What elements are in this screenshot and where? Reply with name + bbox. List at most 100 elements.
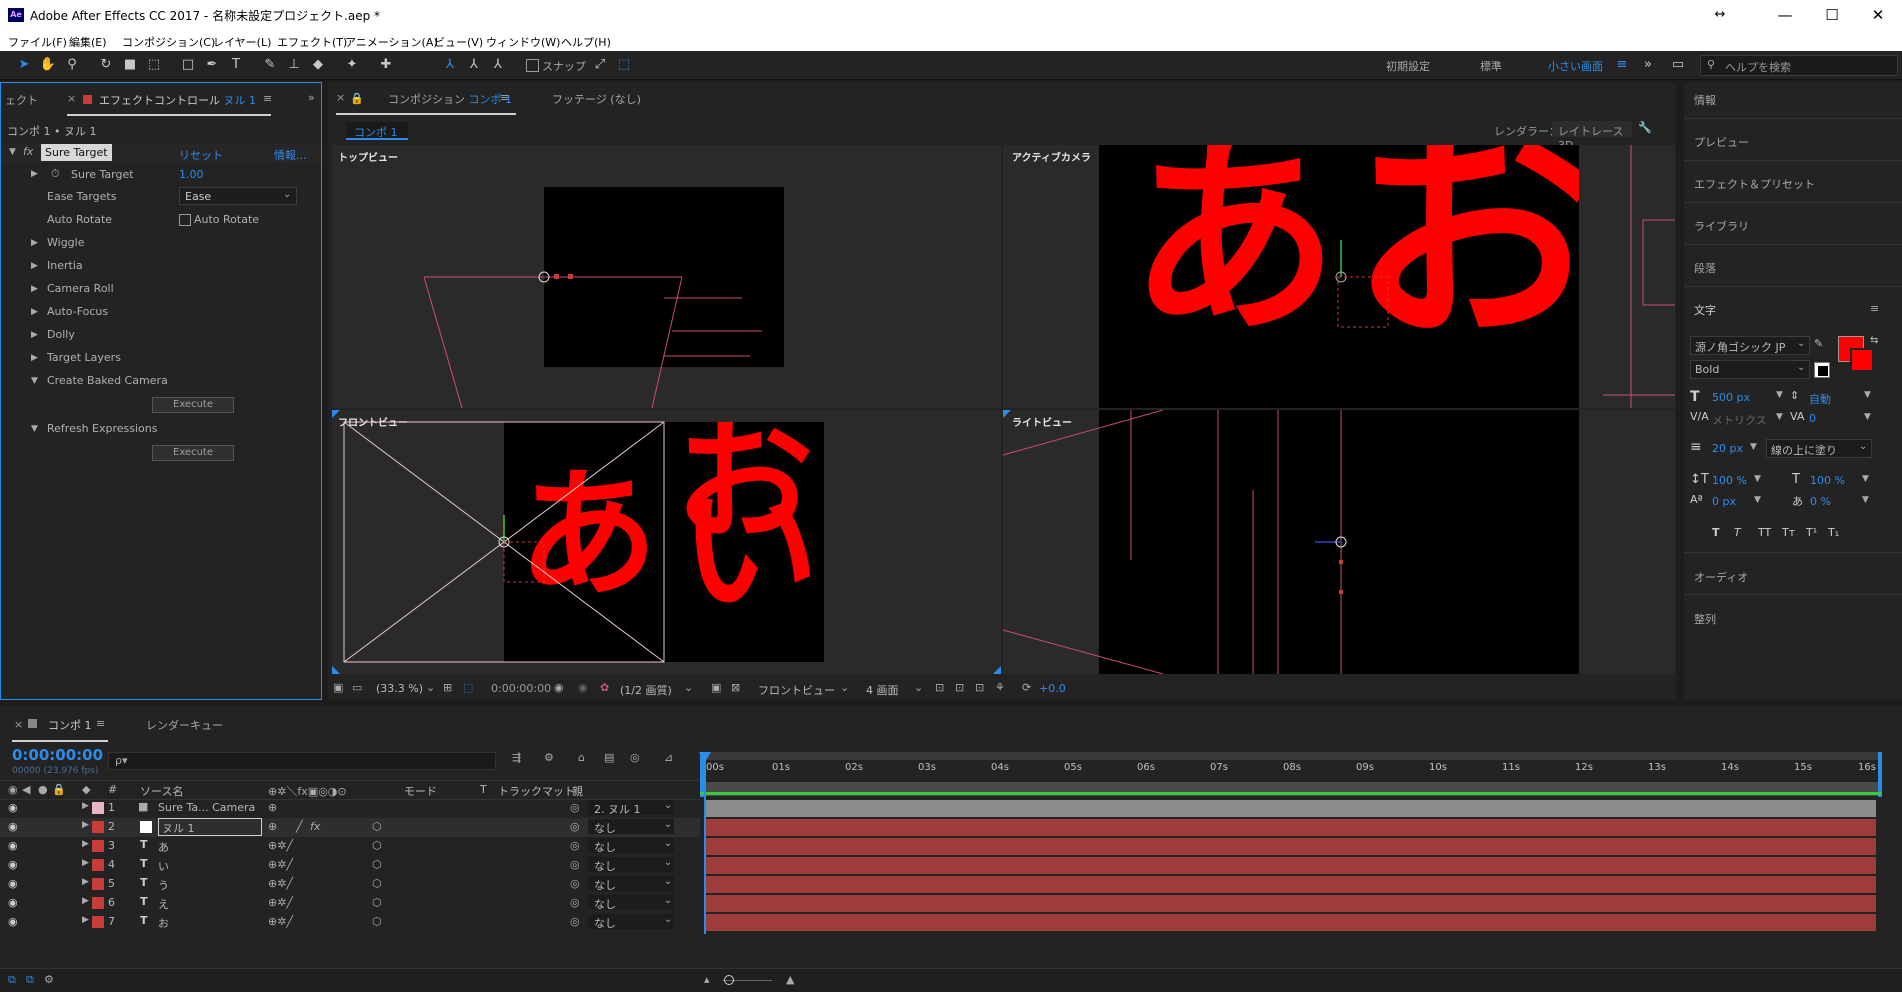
viewport-right[interactable]: ライトビュー [1003,410,1675,674]
mask-visibility-icon[interactable]: ⬚ [463,681,473,694]
brush-tool-icon[interactable]: ✎ [260,56,280,74]
menu-animation[interactable]: アニメーション(A) [345,34,438,50]
expand-icon[interactable]: ▶ [82,820,89,830]
layer-bar[interactable] [706,895,1876,912]
collapse-icon[interactable]: ▼ [31,424,38,434]
shy-switch-icon[interactable]: ⊕✲╱ [268,896,293,909]
reset-exposure-icon[interactable]: ⟳ [1022,681,1031,694]
black-swatch[interactable] [1818,366,1828,376]
execute-button[interactable]: Execute [152,397,234,413]
panel-menu-icon[interactable]: ≡ [96,717,105,730]
tracking-value[interactable]: 0 [1809,412,1816,425]
stroke-mode-dropdown[interactable]: 線の上に塗り ⌄ [1766,439,1872,458]
effect-expand-icon[interactable]: ▼ [9,147,16,157]
panel-preview[interactable]: プレビュー [1694,134,1749,150]
all-caps-button[interactable]: TT [1758,526,1771,539]
resize-icon[interactable]: ↔ [1700,4,1740,26]
solo-icon[interactable]: ● [38,783,48,796]
panel-paragraph[interactable]: 段落 [1694,260,1716,276]
menu-edit[interactable]: 編集(E) [69,34,107,50]
pan-behind-tool-icon[interactable]: ⬚ [144,56,164,74]
layer-name[interactable]: い [158,858,169,874]
eraser-tool-icon[interactable]: ◆ [308,56,328,74]
panel-effects-presets[interactable]: エフェクト＆プリセット [1694,176,1815,192]
hand-tool-icon[interactable]: ✋ [38,56,58,74]
wrench-icon[interactable]: 🔧 [1638,121,1652,134]
pickwhip-icon[interactable]: ◎ [570,820,580,833]
panel-expand-icon[interactable]: » [308,91,315,104]
layer-bar[interactable] [706,838,1876,855]
resolution-dropdown[interactable]: (1/2 画質) [620,682,672,698]
zoom-in-icon[interactable]: ▲ [786,973,794,986]
panel-libraries[interactable]: ライブラリ [1694,218,1749,234]
eye-icon[interactable]: ◉ [8,877,18,890]
3d-layer-icon[interactable]: ⬡ [372,877,382,890]
rectangle-tool-icon[interactable]: □ [178,56,198,74]
shy-switch-icon[interactable]: ⊕ [268,801,277,814]
reset-link[interactable]: リセット [179,147,223,163]
tsume-value[interactable]: 0 % [1810,495,1831,508]
stroke-width-value[interactable]: 20 px [1712,442,1743,455]
time-ruler[interactable] [700,752,1882,797]
channel-icon[interactable]: ✿ [600,681,609,694]
shy-switch-icon[interactable]: ⊕✲╱ [268,915,293,928]
vertical-scale-value[interactable]: 100 % [1712,474,1747,487]
view-axis-icon[interactable]: ⅄ [488,56,508,74]
workspace-default[interactable]: 初期設定 [1386,58,1430,74]
workspace-small-screen[interactable]: 小さい画面 [1548,58,1603,74]
faux-italic-button[interactable]: T [1734,526,1741,539]
info-link[interactable]: 情報... [274,147,307,163]
shy-switch-icon[interactable]: ⊕✲╱ [268,858,293,871]
layer-name[interactable]: う [158,877,169,893]
viewport-top[interactable]: トップビュー [332,145,1001,408]
expand-icon[interactable]: ▶ [82,877,89,887]
layer-label-swatch[interactable] [92,897,104,909]
layer-name[interactable]: Sure Ta... Camera [158,801,255,814]
expand-icon[interactable]: ▶ [82,858,89,868]
grid-icon[interactable]: ⊞ [443,681,452,694]
swap-colors-icon[interactable]: ⇆ [1870,335,1878,346]
snap-checkbox[interactable] [526,59,539,72]
superscript-button[interactable]: T¹ [1806,526,1817,539]
layer-row[interactable]: ◉ ▶ 2 ヌル 1 ⊕ ╱ fx ⬡ ◎ なし ⌄ [0,818,700,837]
snap-target-icon[interactable]: ⬚ [614,56,634,74]
kerning-value[interactable]: メトリクス [1712,412,1767,428]
motion-blur-icon[interactable]: ◎ [630,751,640,764]
layer-label-swatch[interactable] [92,821,104,833]
tab-effect-controls[interactable]: エフェクトコントロール ヌル 1 [99,92,256,108]
panel-character[interactable]: 文字 [1694,302,1716,318]
tab-timeline-comp[interactable]: コンポ 1 [48,717,92,733]
transfer-controls-icon[interactable]: ⧉ [26,973,34,987]
pen-tool-icon[interactable]: ✒ [202,56,222,74]
zoom-slider-thumb[interactable] [724,975,734,985]
pickwhip-icon[interactable]: ◎ [570,801,580,814]
layer-name[interactable]: お [158,915,169,931]
playhead-handle[interactable] [699,752,711,762]
layer-name[interactable]: え [158,896,169,912]
eye-icon[interactable]: ◉ [8,783,18,796]
close-button[interactable]: ✕ [1858,4,1898,26]
expand-icon[interactable]: ▶ [82,915,89,925]
layer-row[interactable]: ◉ ▶ 5 T う ⊕✲╱ ⬡ ◎ なし ⌄ [0,875,700,894]
layer-bar[interactable] [706,819,1876,836]
exposure-value[interactable]: +0.0 [1039,682,1066,695]
fx-switch-icon[interactable]: fx [310,820,320,833]
expand-icon[interactable]: ▶ [82,896,89,906]
world-axis-icon[interactable]: ⅄ [464,56,484,74]
stroke-color-swatch[interactable] [1850,348,1874,372]
shy-switch-icon[interactable]: ⊕✲╱ [268,839,293,852]
local-axis-icon[interactable]: ⅄ [440,56,460,74]
tab-close-icon[interactable]: × [14,718,23,731]
expand-icon[interactable]: ▶ [31,307,38,317]
baseline-shift-value[interactable]: 0 px [1712,495,1736,508]
subscript-button[interactable]: T₁ [1828,526,1839,539]
lock-icon[interactable]: 🔒 [52,783,66,796]
expand-icon[interactable]: ▶ [31,261,38,271]
rotate-tool-icon[interactable]: ↻ [96,56,116,74]
layer-label-swatch[interactable] [92,916,104,928]
pickwhip-icon[interactable]: ◎ [570,896,580,909]
expand-icon[interactable]: ▶ [31,284,38,294]
viewport-active-camera[interactable]: あ お アクティブカメラ [1003,145,1675,408]
menu-help[interactable]: ヘルプ(H) [561,34,611,50]
expand-icon[interactable]: ▶ [31,353,38,363]
